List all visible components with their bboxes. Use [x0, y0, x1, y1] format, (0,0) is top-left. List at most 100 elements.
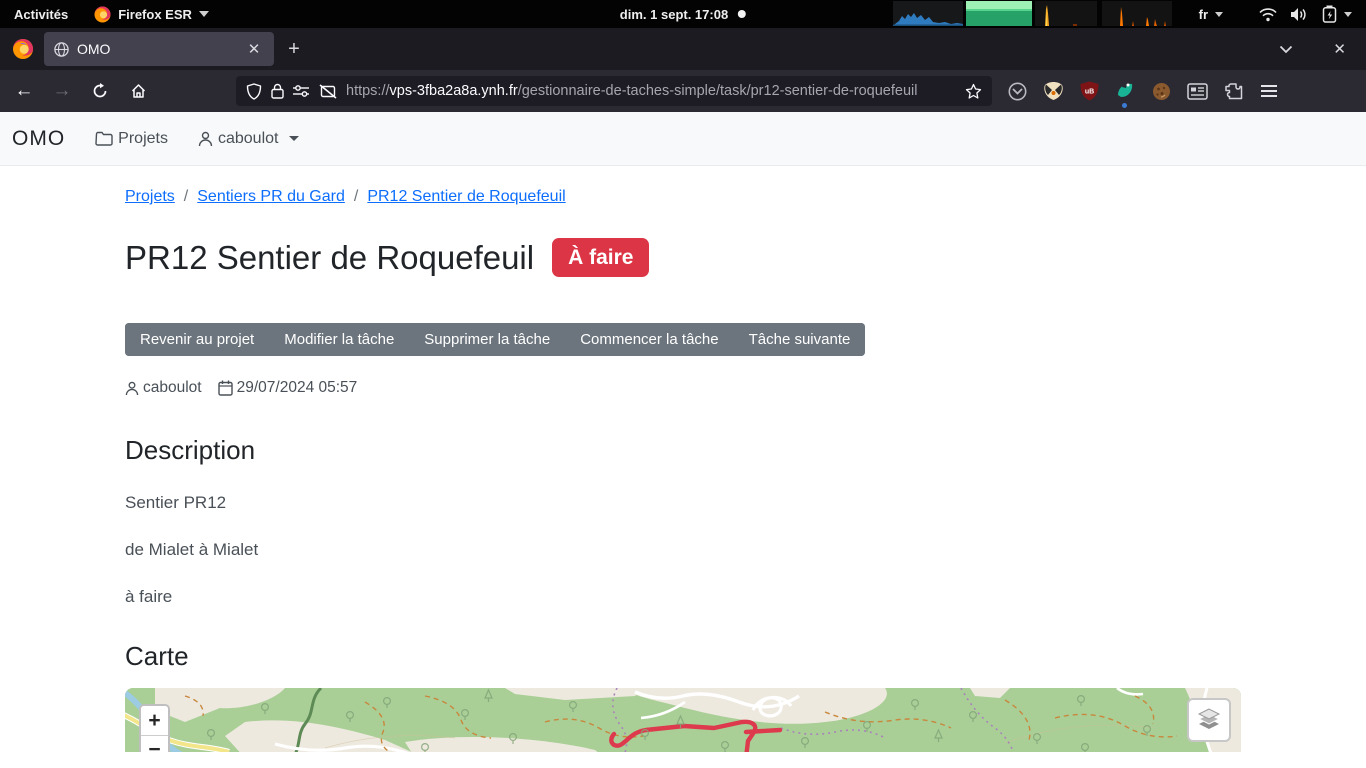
- start-task-button[interactable]: Commencer la tâche: [565, 323, 733, 356]
- edit-task-button[interactable]: Modifier la tâche: [269, 323, 409, 356]
- tracking-shield-icon[interactable]: [246, 83, 262, 100]
- status-badge: À faire: [552, 238, 649, 277]
- description-paragraph: de Mialet à Mialet: [125, 540, 1241, 560]
- pocket-icon[interactable]: [1006, 80, 1028, 102]
- window-close-button[interactable]: ✕: [1333, 40, 1346, 58]
- task-actions: Revenir au projet Modifier la tâche Supp…: [125, 323, 865, 356]
- sysmon-net-graph: [1035, 1, 1097, 26]
- caret-down-icon: [289, 136, 299, 141]
- menu-hamburger-icon[interactable]: [1258, 80, 1280, 102]
- extension-icons: uB: [1006, 80, 1280, 102]
- tab-title: OMO: [77, 41, 234, 57]
- home-icon: [130, 83, 147, 99]
- reload-icon: [92, 83, 108, 99]
- delete-task-button[interactable]: Supprimer la tâche: [409, 323, 565, 356]
- firefox-toolbar: ← → https://vps-3fba2a8a.ynh.fr/gestionn…: [0, 70, 1366, 112]
- permissions-icon[interactable]: [293, 84, 310, 98]
- globe-icon: [54, 42, 69, 57]
- sysmon-cpu-graph: [893, 1, 963, 26]
- activities-button[interactable]: Activités: [14, 0, 68, 28]
- map-zoom-control: + −: [139, 704, 170, 752]
- firefox-logo-icon: [12, 38, 34, 60]
- new-tab-button[interactable]: +: [282, 37, 306, 61]
- record-dot-icon: [738, 10, 746, 18]
- person-icon: [125, 381, 139, 396]
- breadcrumb-current[interactable]: PR12 Sentier de Roquefeuil: [367, 188, 565, 206]
- next-task-button[interactable]: Tâche suivante: [734, 323, 866, 356]
- screen: Activités Firefox ESR dim. 1 sept. 17:08…: [0, 0, 1366, 768]
- nav-projects-link[interactable]: Projets: [95, 130, 168, 148]
- svg-text:uB: uB: [1084, 89, 1093, 96]
- breadcrumb-separator: /: [184, 188, 188, 206]
- map[interactable]: + −: [125, 688, 1241, 752]
- blocked-autoplay-icon[interactable]: [319, 84, 337, 99]
- page-content: OMO Projets caboulot Projets / Sentiers …: [0, 112, 1366, 768]
- back-to-project-button[interactable]: Revenir au projet: [125, 323, 269, 356]
- firefox-tab-bar: OMO ✕ + ✕: [0, 28, 1366, 70]
- caret-down-icon: [199, 11, 209, 17]
- brand[interactable]: OMO: [12, 127, 65, 151]
- reload-button[interactable]: [84, 76, 116, 106]
- url-domain: vps-3fba2a8a.ynh.fr: [390, 83, 518, 99]
- clock-label: dim. 1 sept. 17:08: [620, 7, 728, 22]
- site-navbar: OMO Projets caboulot: [0, 112, 1366, 166]
- clock[interactable]: dim. 1 sept. 17:08: [620, 0, 746, 28]
- description-paragraph: à faire: [125, 587, 1241, 607]
- url-bar[interactable]: https://vps-3fba2a8a.ynh.fr/gestionnaire…: [236, 76, 992, 106]
- author-meta: caboulot: [125, 379, 202, 397]
- ublock-origin-icon[interactable]: uB: [1078, 80, 1100, 102]
- gnome-top-bar: Activités Firefox ESR dim. 1 sept. 17:08…: [0, 0, 1366, 28]
- volume-icon[interactable]: [1290, 7, 1309, 22]
- home-button[interactable]: [122, 76, 154, 106]
- nav-projects-label: Projets: [118, 130, 168, 148]
- keyboard-layout-label: fr: [1199, 7, 1208, 22]
- breadcrumb-separator: /: [354, 188, 358, 206]
- map-tiles: [125, 688, 1241, 752]
- layers-icon: [1195, 707, 1223, 733]
- back-button[interactable]: ←: [8, 76, 40, 106]
- forward-button[interactable]: →: [46, 76, 78, 106]
- url-scheme: https://: [346, 83, 390, 99]
- keyboard-layout-indicator[interactable]: fr: [1199, 0, 1223, 28]
- sysmon-disk-graph: [1102, 1, 1172, 26]
- extensions-puzzle-icon[interactable]: [1222, 80, 1244, 102]
- app-menu[interactable]: Firefox ESR: [94, 0, 209, 28]
- battery-indicator[interactable]: [1322, 0, 1352, 28]
- firefox-logo-icon: [94, 6, 111, 23]
- reader-card-extension-icon[interactable]: [1186, 80, 1208, 102]
- url-text[interactable]: https://vps-3fba2a8a.ynh.fr/gestionnaire…: [346, 83, 956, 99]
- caret-down-icon: [1344, 12, 1352, 17]
- breadcrumb-sentiers[interactable]: Sentiers PR du Gard: [197, 188, 345, 206]
- page-title: PR12 Sentier de Roquefeuil: [125, 239, 534, 277]
- tab-close-button[interactable]: ✕: [242, 37, 266, 61]
- extension-teal-icon[interactable]: [1114, 80, 1136, 102]
- zoom-in-button[interactable]: +: [141, 706, 168, 735]
- description-paragraph: Sentier PR12: [125, 493, 1241, 513]
- lock-icon[interactable]: [271, 83, 284, 99]
- nav-user-dropdown[interactable]: caboulot: [198, 130, 300, 148]
- list-tabs-chevron-icon[interactable]: [1279, 45, 1293, 54]
- caret-down-icon: [1215, 12, 1223, 17]
- privacy-badger-icon[interactable]: [1042, 80, 1064, 102]
- browser-tab[interactable]: OMO ✕: [44, 32, 274, 66]
- zoom-out-button[interactable]: −: [141, 735, 168, 752]
- wifi-icon[interactable]: [1259, 7, 1277, 22]
- map-heading: Carte: [125, 641, 1241, 672]
- date-label: 29/07/2024 05:57: [237, 379, 358, 397]
- map-layers-control[interactable]: [1187, 698, 1231, 742]
- task-meta: caboulot 29/07/2024 05:57: [125, 379, 1241, 397]
- bookmark-star-icon[interactable]: [965, 83, 982, 100]
- battery-charging-icon: [1322, 5, 1337, 23]
- nav-user-label: caboulot: [218, 130, 279, 148]
- page-title-row: PR12 Sentier de Roquefeuil À faire: [125, 238, 1241, 277]
- calendar-icon: [218, 380, 233, 396]
- description-heading: Description: [125, 435, 1241, 466]
- notification-dot: [1122, 103, 1127, 108]
- breadcrumb-projets[interactable]: Projets: [125, 188, 175, 206]
- author-label: caboulot: [143, 379, 202, 397]
- sysmon-memory-graph: [966, 1, 1032, 26]
- cookie-extension-icon[interactable]: [1150, 80, 1172, 102]
- folder-icon: [95, 131, 113, 146]
- activities-label: Activités: [14, 7, 68, 22]
- app-menu-label: Firefox ESR: [118, 7, 192, 22]
